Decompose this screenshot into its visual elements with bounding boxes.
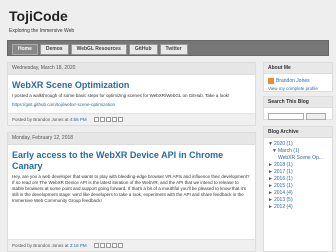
blog-archive-widget: Blog Archive ▼2020 (1) ▼March (1) WebXR … (263, 126, 333, 252)
post-date: Wednesday, March 18, 2020 (8, 63, 255, 75)
blog-this-icon[interactable] (100, 243, 105, 248)
share-buttons (94, 243, 123, 248)
tab-home[interactable]: Home (12, 44, 38, 55)
facebook-icon[interactable] (112, 243, 117, 248)
post-title-link[interactable]: WebXR Scene Optimization (12, 80, 251, 91)
archive-post-link[interactable]: WebXR Scene Op... (264, 155, 332, 162)
archive-year[interactable]: ►2012 (4) (264, 204, 332, 211)
search-button[interactable] (306, 113, 326, 120)
author-name-link[interactable]: Brandon Jones (276, 78, 310, 84)
blog-header: TojiCode Exploring the Immersive Web (0, 0, 336, 36)
sidebar: About Me Brandon Jones View my complete … (263, 62, 333, 252)
post-timestamp-link[interactable]: 3:16 PM (70, 243, 87, 248)
pinterest-icon[interactable] (118, 243, 123, 248)
post-footer: Posted by Brandon Jones at 4:56 PM (8, 113, 255, 125)
widget-title: About Me (264, 63, 332, 74)
post-body-text: I posted a walkthrough of some basic ste… (12, 93, 230, 98)
widget-title: Search This Blog (264, 97, 332, 108)
page-tabs-bar: Home Demos WebGL Resources GitHub Twitte… (7, 40, 329, 56)
search-input[interactable] (268, 113, 304, 120)
post-footer: Posted by Brandon Jones at 3:16 PM (8, 239, 255, 251)
about-me-widget: About Me Brandon Jones View my complete … (263, 62, 333, 92)
post-author: Posted by Brandon Jones at (12, 117, 69, 122)
archive-list: ▼2020 (1) ▼March (1) WebXR Scene Op... ►… (264, 141, 332, 211)
blog-this-icon[interactable] (100, 117, 105, 122)
archive-year[interactable]: ▼2020 (1) (264, 141, 332, 148)
archive-year[interactable]: ►2013 (5) (264, 197, 332, 204)
tab-webgl-resources[interactable]: WebGL Resources (70, 44, 127, 55)
blog-title[interactable]: TojiCode (9, 9, 68, 23)
blogger-profile-icon (268, 78, 274, 84)
pinterest-icon[interactable] (118, 117, 123, 122)
post-date: Monday, February 12, 2018 (8, 133, 255, 145)
search-widget: Search This Blog (263, 96, 333, 120)
email-icon[interactable] (94, 243, 99, 248)
tab-demos[interactable]: Demos (39, 44, 69, 55)
archive-year[interactable]: ►2015 (1) (264, 183, 332, 190)
archive-year[interactable]: ►2018 (1) (264, 162, 332, 169)
facebook-icon[interactable] (112, 117, 117, 122)
archive-year[interactable]: ►2016 (1) (264, 176, 332, 183)
post-body-text: Hey, are you a web developer that wants … (12, 174, 250, 203)
email-icon[interactable] (94, 117, 99, 122)
tab-github[interactable]: GitHub (128, 44, 158, 55)
post-card: Monday, February 12, 2018 Early access t… (7, 132, 256, 252)
blog-tagline: Exploring the Immersive Web (9, 28, 75, 34)
archive-year[interactable]: ►2014 (4) (264, 190, 332, 197)
twitter-icon[interactable] (106, 243, 111, 248)
twitter-icon[interactable] (106, 117, 111, 122)
share-buttons (94, 117, 123, 122)
post-title-link[interactable]: Early access to the WebXR Device API in … (12, 150, 251, 172)
post-body-link[interactable]: https://gist.github.com/toji/webxr-scene… (12, 102, 251, 108)
post-timestamp-link[interactable]: 4:56 PM (70, 117, 87, 122)
view-profile-link[interactable]: View my complete profile (268, 86, 332, 92)
post-card: Wednesday, March 18, 2020 WebXR Scene Op… (7, 62, 256, 126)
widget-title: Blog Archive (264, 127, 332, 138)
post-author: Posted by Brandon Jones at (12, 243, 69, 248)
tab-twitter[interactable]: Twitter (159, 44, 188, 55)
archive-year[interactable]: ►2017 (1) (264, 169, 332, 176)
main-column: Wednesday, March 18, 2020 WebXR Scene Op… (7, 62, 256, 252)
archive-month[interactable]: ▼March (1) (264, 148, 332, 155)
